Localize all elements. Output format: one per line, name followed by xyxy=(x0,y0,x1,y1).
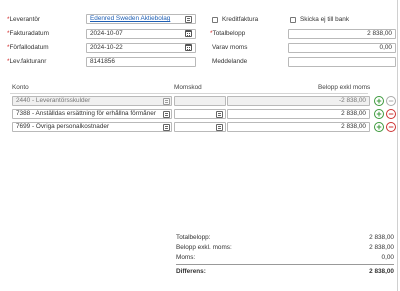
column-header-momskod: Momskod xyxy=(174,84,202,91)
forfallodatum-label: *Förfallodatum xyxy=(7,44,49,51)
add-row-icon[interactable]: + xyxy=(374,96,384,106)
table-row-konto-field[interactable]: 7388 - Anställdas ersättning för erhålln… xyxy=(12,109,172,119)
remove-row-icon[interactable]: − xyxy=(386,122,396,132)
skicka-ej-till-bank-checkbox[interactable] xyxy=(290,17,296,23)
summary-totalbelopp-value: 2 838,00 xyxy=(369,234,394,241)
meddelande-field[interactable] xyxy=(288,57,396,67)
forfallodatum-calendar-icon[interactable] xyxy=(185,44,192,51)
supplier-picker-icon[interactable] xyxy=(185,16,192,23)
skicka-ej-till-bank-label: Skicka ej till bank xyxy=(300,16,350,23)
konto-picker-icon[interactable] xyxy=(163,124,170,131)
table-row-momskod-field xyxy=(174,96,226,106)
kreditfaktura-checkbox[interactable] xyxy=(212,17,218,23)
levfakturanr-label: *Lev.fakturanr xyxy=(7,58,47,65)
summary-belopp-exkl-value: 2 838,00 xyxy=(369,244,394,251)
summary-belopp-exkl-label: Belopp exkl. moms: xyxy=(176,244,232,251)
column-header-belopp: Belopp exkl moms xyxy=(318,84,371,91)
levfakturanr-field[interactable]: 8141856 xyxy=(86,57,196,67)
summary-divider xyxy=(176,264,394,265)
meddelande-label: Meddelande xyxy=(212,58,248,65)
leverantor-label: *Leverantör xyxy=(7,16,41,23)
add-row-icon[interactable]: + xyxy=(374,122,384,132)
column-header-konto: Konto xyxy=(12,84,29,91)
forfallodatum-field[interactable]: 2024-10-22 xyxy=(86,43,196,53)
varav-moms-field[interactable]: 0,00 xyxy=(288,43,396,53)
table-row-konto-field[interactable]: 7699 - Övriga personalkostnader xyxy=(12,122,172,132)
fakturadatum-calendar-icon[interactable] xyxy=(185,30,192,37)
totalbelopp-field[interactable]: 2 838,00 xyxy=(288,29,396,39)
right-edge-line xyxy=(397,0,398,291)
leverantor-field[interactable]: Edenred Sweden Aktiebolag xyxy=(86,14,196,24)
momskod-picker-icon[interactable] xyxy=(216,124,223,131)
fakturadatum-field[interactable]: 2024-10-07 xyxy=(86,29,196,39)
summary-totalbelopp-label: Totalbelopp: xyxy=(176,234,211,241)
add-row-icon[interactable]: + xyxy=(374,109,384,119)
remove-row-icon: − xyxy=(386,96,396,106)
table-row-konto-field: 2440 - Leverantörsskulder xyxy=(12,96,172,106)
summary-differens-value: 2 838,00 xyxy=(369,268,394,275)
totalbelopp-label: *Totalbelopp xyxy=(210,30,246,37)
table-row-belopp-field[interactable]: 2 838,00 xyxy=(227,122,370,132)
kreditfaktura-label: Kreditfaktura xyxy=(222,16,259,23)
summary-differens-label: Differens: xyxy=(176,268,206,275)
summary-moms-value: 0,00 xyxy=(381,254,394,261)
konto-picker-icon[interactable] xyxy=(163,111,170,118)
konto-picker-icon xyxy=(163,98,170,105)
summary-moms-label: Moms: xyxy=(176,254,196,261)
varav-moms-label: Varav moms xyxy=(212,44,248,51)
table-row-belopp-field[interactable]: 2 838,00 xyxy=(227,109,370,119)
fakturadatum-label: *Fakturadatum xyxy=(7,30,49,37)
remove-row-icon[interactable]: − xyxy=(386,109,396,119)
momskod-picker-icon[interactable] xyxy=(216,111,223,118)
table-row-belopp-field: -2 838,00 xyxy=(227,96,370,106)
table-header-divider xyxy=(10,93,368,94)
leverantor-link[interactable]: Edenred Sweden Aktiebolag xyxy=(90,15,170,22)
